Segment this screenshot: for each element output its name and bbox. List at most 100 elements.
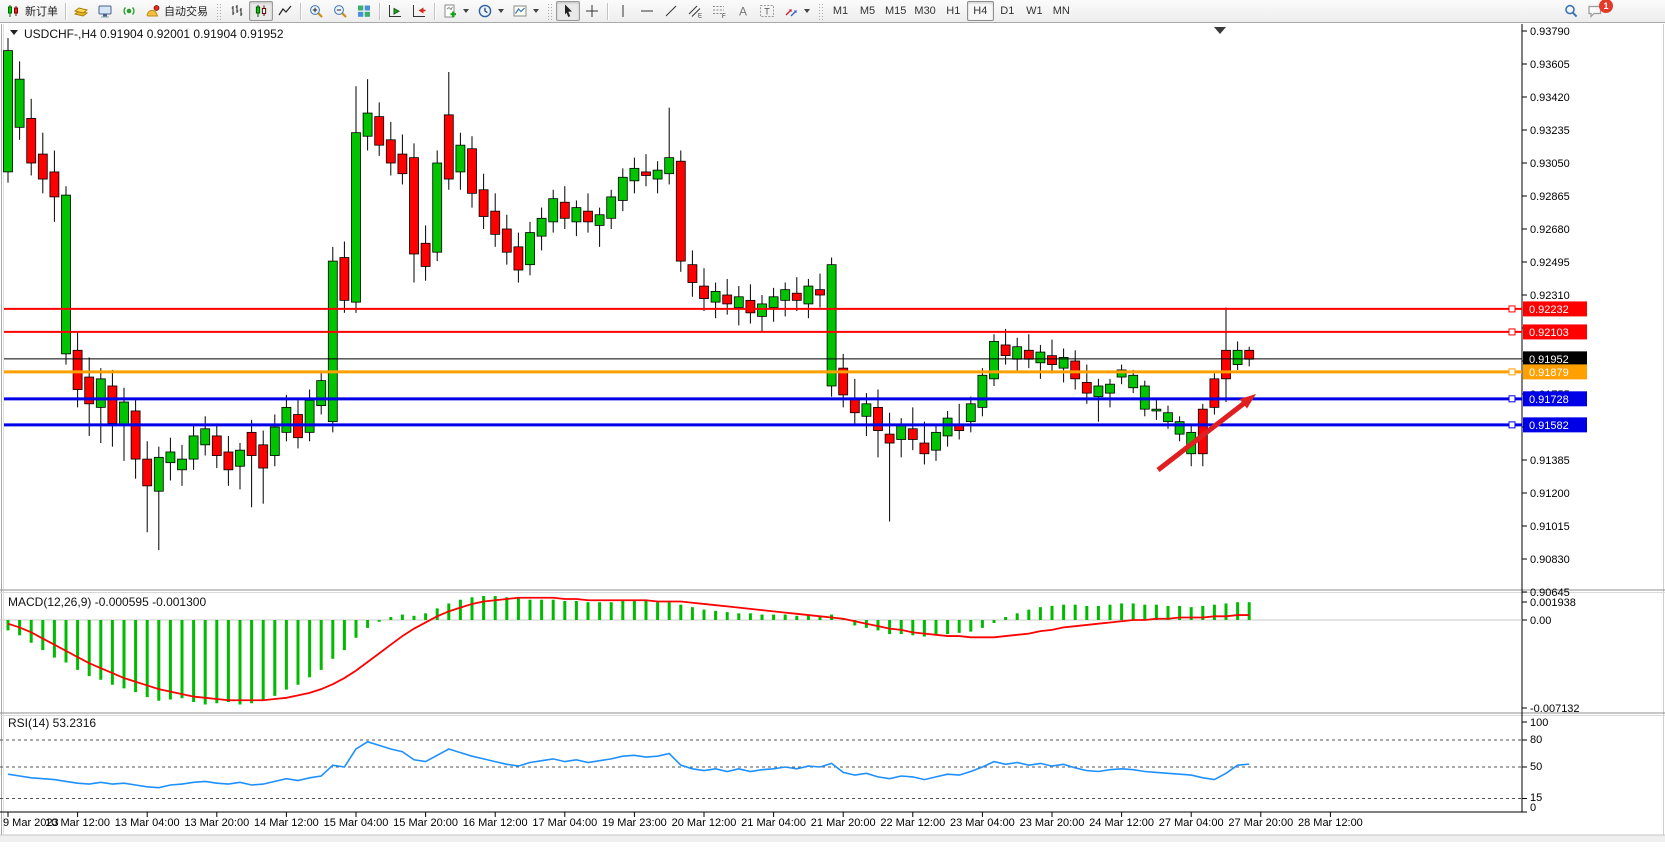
search-button[interactable] xyxy=(1559,1,1583,21)
market-watch-button[interactable] xyxy=(69,1,93,21)
text-button[interactable]: A xyxy=(731,1,755,21)
candle-body xyxy=(259,445,268,468)
candle-body xyxy=(201,429,210,445)
chart-shift-marker[interactable] xyxy=(1214,27,1226,34)
price-tick-label: 0.90830 xyxy=(1530,554,1570,566)
chart-canvas[interactable]: USDCHF-,H4 0.91904 0.92001 0.91904 0.919… xyxy=(0,24,1665,842)
toolbar-drag-handle[interactable] xyxy=(547,3,552,20)
timeframe-group: M1M5M15M30H1H4D1W1MN xyxy=(827,1,1075,21)
tile-windows-icon xyxy=(356,3,372,19)
candle-body xyxy=(73,350,82,389)
new-order-button[interactable]: 新订单 xyxy=(2,1,62,21)
timeframe-button-w1[interactable]: W1 xyxy=(1021,1,1048,21)
toolbar-drag-handle[interactable] xyxy=(818,3,823,20)
timeframe-button-m5[interactable]: M5 xyxy=(854,1,881,21)
candle-body xyxy=(410,158,419,254)
symbol-dropdown-icon[interactable] xyxy=(10,30,18,35)
candle-body xyxy=(850,398,859,412)
timeframe-button-m15[interactable]: M15 xyxy=(881,1,910,21)
timeframe-button-d1[interactable]: D1 xyxy=(994,1,1021,21)
level-line-handle[interactable] xyxy=(1509,422,1515,428)
time-tick-label: 27 Mar 20:00 xyxy=(1228,817,1293,829)
candlestick-chart-button[interactable] xyxy=(249,1,273,21)
trendline-button[interactable] xyxy=(659,1,683,21)
price-tick-label: 0.92680 xyxy=(1530,224,1570,236)
text-label-button[interactable]: T xyxy=(755,1,779,21)
price-tick-label: 0.92310 xyxy=(1530,290,1570,302)
timeframe-button-h4[interactable]: H4 xyxy=(967,1,994,21)
candle-body xyxy=(1082,382,1091,393)
timeframe-button-mn[interactable]: MN xyxy=(1048,1,1075,21)
candle-body xyxy=(421,243,430,266)
signals-button[interactable] xyxy=(117,1,141,21)
new-order-label: 新订单 xyxy=(25,3,58,19)
level-line-handle[interactable] xyxy=(1509,329,1515,335)
auto-trading-button[interactable]: 自动交易 xyxy=(141,1,212,21)
toolbar: 新订单 自动交易 xyxy=(0,0,1665,23)
candle-body xyxy=(885,434,894,443)
candle-body xyxy=(665,158,674,174)
line-chart-button[interactable] xyxy=(273,1,297,21)
time-tick-label: 15 Mar 04:00 xyxy=(324,817,389,829)
time-tick-label: 20 Mar 12:00 xyxy=(672,817,737,829)
toolbar-separator xyxy=(607,3,608,20)
trendline-icon xyxy=(663,3,679,19)
text-glyph: A xyxy=(739,5,747,19)
candle-body xyxy=(758,304,767,316)
price-tick-label: 0.93605 xyxy=(1530,59,1570,71)
text-label-glyph: T xyxy=(764,7,770,17)
candle-body xyxy=(491,211,500,234)
price-label-text: 0.91728 xyxy=(1529,394,1569,406)
zoom-out-icon xyxy=(332,3,348,19)
candle-body xyxy=(247,432,256,455)
candle-body xyxy=(282,407,291,432)
bar-chart-button[interactable] xyxy=(225,1,249,21)
toolbar-drag-handle[interactable] xyxy=(216,3,221,20)
zoom-in-button[interactable] xyxy=(304,1,328,21)
horizontal-line-button[interactable] xyxy=(635,1,659,21)
toolbar-right-group: 1 xyxy=(1559,1,1607,21)
terminal-button[interactable] xyxy=(93,1,117,21)
time-tick-label: 16 Mar 12:00 xyxy=(463,817,528,829)
indicators-button[interactable] xyxy=(438,1,473,21)
rsi-scale-label: 100 xyxy=(1530,717,1548,729)
crosshair-button[interactable] xyxy=(580,1,604,21)
candle-body xyxy=(1106,384,1115,393)
candle-body xyxy=(804,286,813,304)
templates-button[interactable] xyxy=(508,1,543,21)
chart-shift-button[interactable] xyxy=(407,1,431,21)
tile-windows-button[interactable] xyxy=(352,1,376,21)
candle-body xyxy=(897,425,906,439)
candle-body xyxy=(398,154,407,174)
cursor-button[interactable] xyxy=(556,1,580,21)
zoom-out-button[interactable] xyxy=(328,1,352,21)
equidistant-channel-button[interactable]: E xyxy=(683,1,707,21)
text-label-icon: T xyxy=(759,3,775,19)
candle-body xyxy=(676,161,685,261)
time-tick-label: 21 Mar 20:00 xyxy=(811,817,876,829)
timeframe-button-h1[interactable]: H1 xyxy=(940,1,967,21)
vertical-line-button[interactable] xyxy=(611,1,635,21)
chart-shift-icon xyxy=(411,3,427,19)
candle-body xyxy=(584,211,593,222)
timeframe-button-m1[interactable]: M1 xyxy=(827,1,854,21)
timeframe-button-m30[interactable]: M30 xyxy=(910,1,939,21)
time-tick-label: 15 Mar 20:00 xyxy=(393,817,458,829)
notification-badge: 1 xyxy=(1599,0,1613,13)
price-tick-label: 0.93050 xyxy=(1530,158,1570,170)
text-icon: A xyxy=(735,3,751,19)
price-label-text: 0.91582 xyxy=(1529,420,1569,432)
candle-body xyxy=(363,113,372,136)
level-line-handle[interactable] xyxy=(1509,369,1515,375)
dropdown-caret-icon xyxy=(498,9,504,13)
auto-scroll-button[interactable] xyxy=(383,1,407,21)
level-line-handle[interactable] xyxy=(1509,306,1515,312)
level-line-handle[interactable] xyxy=(1509,396,1515,402)
arrows-button[interactable] xyxy=(779,1,814,21)
periods-button[interactable] xyxy=(473,1,508,21)
fibonacci-button[interactable]: F xyxy=(707,1,731,21)
candle-body xyxy=(572,208,581,222)
candle-body xyxy=(1013,347,1022,359)
candle-body xyxy=(224,452,233,470)
notifications-button[interactable]: 1 xyxy=(1583,1,1607,21)
